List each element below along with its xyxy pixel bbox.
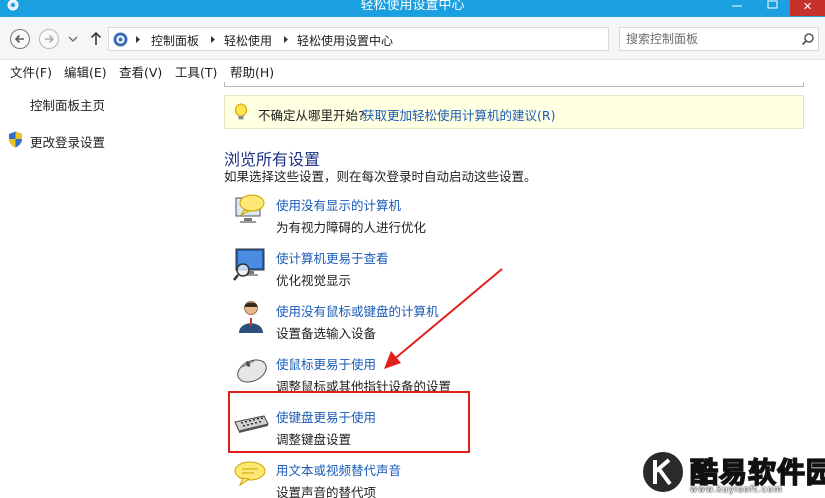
option-subtitle: 为有视力障碍的人进行优化: [276, 220, 427, 235]
up-arrow-icon[interactable]: [89, 31, 103, 47]
menu-view[interactable]: 查看(V): [119, 62, 162, 81]
address-bar[interactable]: 控制面板 轻松使用 轻松使用设置中心: [108, 27, 707, 51]
menu-tools[interactable]: 工具(T): [175, 62, 217, 81]
close-icon: ✕: [802, 0, 813, 13]
option-title[interactable]: 使用没有显示的计算机: [276, 195, 401, 214]
narrator-speech-icon: [235, 194, 265, 223]
breadcrumb-separator-icon[interactable]: [210, 35, 216, 44]
watermark-url: www.kuyisoft.com: [690, 485, 783, 495]
hint-banner: 不确定从哪里开始? 获取更加轻松使用计算机的建议(R): [224, 95, 804, 129]
control-panel-location-icon: [113, 32, 128, 47]
watermark: 酷易软件园 www.kuyisoft.com: [640, 448, 825, 498]
search-icon[interactable]: [801, 32, 815, 46]
user-person-icon: [239, 301, 263, 333]
annotation-highlight-box: [228, 391, 470, 453]
menu-help[interactable]: 帮助(H): [230, 62, 274, 81]
arrow-right-icon: [45, 34, 55, 44]
mouse-icon: [237, 359, 267, 383]
option-subtitle: 设置声音的替代项: [276, 485, 377, 498]
speech-bubble-icon: [234, 461, 266, 487]
title-bar: 轻松使用设置中心 ✕: [0, 0, 825, 17]
option-title[interactable]: 用文本或视频替代声音: [276, 460, 401, 479]
menu-edit[interactable]: 编辑(E): [64, 62, 107, 81]
navigation-bar: 控制面板 轻松使用 轻松使用设置中心: [0, 17, 825, 60]
shield-icon: [9, 131, 22, 148]
option-subtitle: 设置备选输入设备: [276, 326, 377, 341]
search-box[interactable]: [619, 27, 819, 51]
search-input[interactable]: [626, 31, 796, 47]
section-description: 如果选择这些设置，则在每次登录时自动启动这些设置。: [224, 169, 537, 184]
breadcrumb-ease-of-access-center[interactable]: 轻松使用设置中心: [297, 32, 393, 49]
arrow-left-icon: [14, 34, 24, 44]
sidebar-item-control-panel-home[interactable]: 控制面板主页: [30, 95, 105, 114]
close-button[interactable]: ✕: [790, 0, 825, 16]
forward-button[interactable]: [39, 29, 59, 49]
kuyisoft-logo-icon: [641, 450, 685, 494]
back-button[interactable]: [10, 29, 30, 49]
menu-file[interactable]: 文件(F): [10, 62, 52, 81]
monitor-magnifier-icon: [233, 248, 265, 281]
menu-bar: 文件(F) 编辑(E) 查看(V) 工具(T) 帮助(H): [0, 60, 825, 82]
option-title[interactable]: 使鼠标更易于使用: [276, 354, 376, 373]
window-title: 轻松使用设置中心: [360, 0, 465, 13]
sidebar-item-label: 更改登录设置: [30, 135, 106, 150]
lightbulb-icon: [235, 103, 247, 120]
option-use-without-display[interactable]: 使用没有显示的计算机 为有视力障碍的人进行优化: [232, 192, 532, 238]
scroll-divider: [224, 82, 804, 87]
option-text-video-alternatives[interactable]: 用文本或视频替代声音 设置声音的替代项: [232, 457, 532, 498]
window-controls[interactable]: [728, 0, 788, 14]
breadcrumb-separator-icon[interactable]: [135, 35, 141, 44]
recent-locations-chevron-icon[interactable]: [68, 35, 78, 43]
sidebar: 控制面板主页 更改登录设置: [0, 82, 224, 498]
suggestions-link[interactable]: 获取更加轻松使用计算机的建议(R): [362, 105, 555, 124]
option-subtitle: 优化视觉显示: [276, 273, 352, 288]
hint-text: 不确定从哪里开始?: [258, 108, 365, 123]
annotation-arrow-icon: [384, 268, 503, 369]
breadcrumb-control-panel[interactable]: 控制面板: [151, 32, 199, 49]
breadcrumb-separator-icon[interactable]: [283, 35, 289, 44]
breadcrumb-ease-of-access[interactable]: 轻松使用: [224, 32, 272, 49]
